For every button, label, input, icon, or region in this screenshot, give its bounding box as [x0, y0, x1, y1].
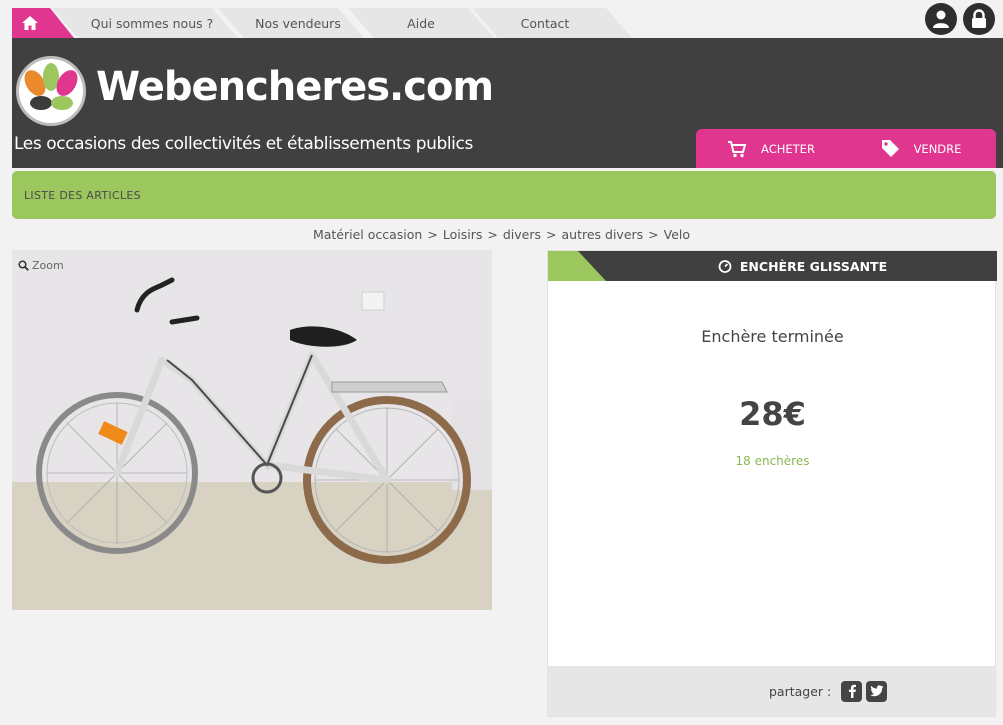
product-photo[interactable]: Zoom: [12, 250, 492, 610]
breadcrumb-separator: >: [648, 227, 659, 242]
user-icon[interactable]: [925, 3, 957, 35]
breadcrumb-separator: >: [546, 227, 557, 242]
auction-panel: ENCHÈRE GLISSANTE Enchère terminée 28€ 1…: [547, 250, 997, 717]
tag-icon: [881, 140, 899, 157]
tagline: Les occasions des collectivités et établ…: [14, 134, 473, 154]
logo-icon[interactable]: [16, 56, 86, 126]
breadcrumb-item[interactable]: autres divers: [561, 227, 643, 242]
breadcrumb-item-current: Velo: [663, 227, 691, 242]
header-accent: [548, 251, 606, 281]
breadcrumb-item[interactable]: Loisirs: [443, 227, 483, 242]
nav-qui-label: Qui sommes nous ?: [90, 15, 214, 31]
home-icon: [22, 16, 38, 30]
lock-icon[interactable]: [963, 3, 995, 35]
top-nav: Contact Aide Nos vendeurs Qui sommes nou…: [12, 8, 632, 38]
auction-type-header: ENCHÈRE GLISSANTE: [548, 251, 997, 281]
nav-vendeurs-label: Nos vendeurs: [255, 15, 341, 31]
share-label: partager :: [769, 683, 832, 699]
breadcrumb-separator: >: [487, 227, 498, 242]
breadcrumb-item[interactable]: divers: [503, 227, 541, 242]
timer-icon: [718, 260, 732, 273]
magnifier-icon: [18, 260, 29, 271]
final-price: 28€: [739, 395, 806, 433]
articles-list-link[interactable]: LISTE DES ARTICLES: [24, 189, 141, 202]
twitter-icon[interactable]: [866, 680, 888, 702]
sell-button[interactable]: VENDRE: [846, 129, 996, 168]
buy-label: ACHETER: [761, 141, 815, 156]
articles-bar: LISTE DES ARTICLES: [12, 171, 996, 219]
bicycle-image: [12, 250, 492, 610]
breadcrumb: Matériel occasion > Loisirs > divers > autres …: [0, 227, 1003, 242]
cart-icon: [728, 140, 747, 157]
nav-contact-label: Contact: [520, 15, 570, 31]
share-bar: partager :: [548, 666, 995, 716]
bid-count[interactable]: 18 enchères: [548, 454, 997, 468]
nav-qui-sommes-nous[interactable]: Qui sommes nous ?: [52, 8, 238, 38]
brand-name[interactable]: Webencheres.com: [96, 64, 494, 110]
account-icons: [925, 3, 995, 35]
breadcrumb-item[interactable]: Matériel occasion: [313, 227, 422, 242]
zoom-label: Zoom: [32, 259, 64, 272]
buy-button[interactable]: ACHETER: [696, 129, 846, 168]
sell-label: VENDRE: [913, 141, 962, 156]
nav-vendeurs[interactable]: Nos vendeurs: [218, 8, 364, 38]
breadcrumb-separator: >: [427, 227, 438, 242]
buy-sell-bar: ACHETER VENDRE: [696, 129, 996, 168]
zoom-button[interactable]: Zoom: [18, 259, 64, 272]
facebook-icon[interactable]: [841, 680, 863, 702]
nav-aide[interactable]: Aide: [348, 8, 494, 38]
nav-contact[interactable]: Contact: [472, 8, 632, 38]
auction-status: Enchère terminée: [701, 327, 844, 346]
auction-type-title: ENCHÈRE GLISSANTE: [608, 251, 997, 281]
nav-aide-label: Aide: [407, 15, 435, 31]
auction-type-label: ENCHÈRE GLISSANTE: [739, 258, 888, 274]
